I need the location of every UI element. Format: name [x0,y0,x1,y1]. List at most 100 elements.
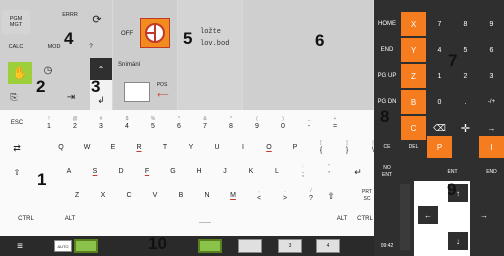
numpad-dot[interactable]: . [453,90,478,114]
axis-x-key[interactable]: X [401,12,426,36]
axis-y-key[interactable]: Y [401,38,426,62]
z-row-key-6[interactable]: M [222,184,244,206]
export-icon[interactable]: ⇥ [58,88,84,106]
numpad-0[interactable]: 0 [427,90,452,114]
z-row-key-4[interactable]: B [170,184,192,206]
tab-key[interactable]: ⇄ [4,138,30,158]
pgm-mgt-button[interactable]: PGM MGT [2,10,30,34]
z-row-key-3[interactable]: V [144,184,166,206]
menu-icon[interactable]: ≡ [6,238,34,254]
print-screen-key[interactable]: PRT SC [360,186,374,206]
z-row-key-7[interactable]: , < [248,184,270,206]
number-row-key-8[interactable]: (9 [246,112,268,134]
z-row-key-8[interactable]: . > [274,184,296,206]
probe-window[interactable] [124,82,150,102]
ctrl-right-key[interactable]: CTRL [356,210,374,228]
no-ent-key[interactable]: NO ENT [374,160,400,184]
numpad-plusminus[interactable]: -/+ [479,90,504,114]
q-row-key-9[interactable]: P [284,136,306,158]
q-row-key-4[interactable]: T [154,136,176,158]
number-row-key-9[interactable]: ) 0 [272,112,294,134]
q-row-key-10[interactable]: [{ [310,136,332,158]
number-row-key-10[interactable]: _ - [298,112,320,134]
end-block-key[interactable]: END [479,160,504,184]
number-row-key-0[interactable]: ! 1 [38,112,60,134]
arrow-right-key-icon[interactable]: → [474,206,494,224]
p-key[interactable]: P [427,136,452,158]
ctrl-left-key[interactable]: CTRL [14,210,38,228]
num-3-label: 3 [489,72,494,80]
a-row-key-5[interactable]: H [188,160,210,182]
arrow-down-icon[interactable]: ↓ [448,232,468,250]
q-row-key-8[interactable]: O [258,136,280,158]
z-row-key-2[interactable]: C [118,184,140,206]
page-3-button[interactable]: 3 [278,239,302,253]
number-row-key-11[interactable]: + = [324,112,346,134]
number-row-key-5[interactable]: ^ 6 [168,112,190,134]
a-row-key-7[interactable]: K [240,160,262,182]
numpad-6[interactable]: 6 [479,38,504,62]
help-button[interactable]: ? [84,40,98,54]
a-row-key-6[interactable]: J [214,160,236,182]
set-datum-button[interactable] [140,18,170,48]
numpad-7[interactable]: 7 [427,12,452,36]
z-row-key-1[interactable]: X [92,184,114,206]
shift-key[interactable]: ⇧ [318,186,344,206]
q-row-key-2[interactable]: E [102,136,124,158]
a-row-key-4[interactable]: G [162,160,184,182]
z-row-key-5[interactable]: N [196,184,218,206]
keyboard-toggle-icon[interactable] [74,239,98,253]
caps-key[interactable]: ⇧ [4,162,30,182]
page-up-key[interactable]: PG UP [374,64,400,88]
q-row-key-1[interactable]: W [76,136,98,158]
i-key[interactable]: I [479,136,504,158]
arrow-left-icon[interactable]: ← [418,206,438,224]
q-row-key-7[interactable]: I [232,136,254,158]
numpad-3[interactable]: 3 [479,64,504,88]
screen-1-icon[interactable] [198,239,222,253]
a-row-key-3[interactable]: F [136,160,158,182]
a-row-key-10[interactable]: " ' [318,160,340,182]
number-row-key-1[interactable]: @2 [64,112,86,134]
numpad-8[interactable]: 8 [453,12,478,36]
end-key[interactable]: END [374,38,400,62]
a-row-key-1[interactable]: S [84,160,106,182]
refresh-icon[interactable]: ⟳ [88,10,106,28]
esc-key[interactable]: ESC [4,113,30,133]
z-row-key-0[interactable]: Z [66,184,88,206]
errr-button[interactable]: ERRR [56,8,84,22]
a-row-key-2[interactable]: D [110,160,132,182]
q-row-key-0[interactable]: Q [50,136,72,158]
numpad-9[interactable]: 9 [479,12,504,36]
q-row-key-12[interactable]: | \ [362,136,384,158]
alt-right-key[interactable]: ALT [330,210,354,228]
space-key[interactable]: ___ [90,210,320,228]
enter-key[interactable]: ↵ [344,162,372,182]
clock-icon[interactable]: ◷ [40,62,56,78]
q-row-key-6[interactable]: U [206,136,228,158]
number-row-key-4[interactable]: % 5 [142,112,164,134]
program-icon[interactable]: ⎘ [4,88,24,106]
auto-button[interactable]: AUTO [54,240,72,252]
num-2-label: 2 [463,72,468,80]
number-row-key-6[interactable]: & 7 [194,112,216,134]
number-row-key-2[interactable]: #3 [90,112,112,134]
home-key[interactable]: HOME [374,12,400,36]
q-row-key-3[interactable]: R [128,136,150,158]
a-row-key-8[interactable]: L [266,160,288,182]
a-row-key-9[interactable]: :; [292,160,314,182]
axis-z-key[interactable]: Z [401,64,426,88]
number-row-key-3[interactable]: $4 [116,112,138,134]
manual-mode-hand-icon[interactable]: ✋ [8,62,32,84]
number-row-key-7[interactable]: * 8 [220,112,242,134]
axis-b-key[interactable]: B [401,90,426,114]
calc-button[interactable]: CALC [2,40,30,54]
screen-2-icon[interactable] [238,239,262,253]
crosshair-icon[interactable]: ✛ [453,116,478,140]
a-row-key-0[interactable]: A [58,160,80,182]
alt-left-key[interactable]: ALT [58,210,82,228]
q-row-key-5[interactable]: Y [180,136,202,158]
q-row-key-11[interactable]: ]} [336,136,358,158]
page-4-button[interactable]: 4 [316,239,340,253]
del-key[interactable]: DEL [401,136,426,158]
